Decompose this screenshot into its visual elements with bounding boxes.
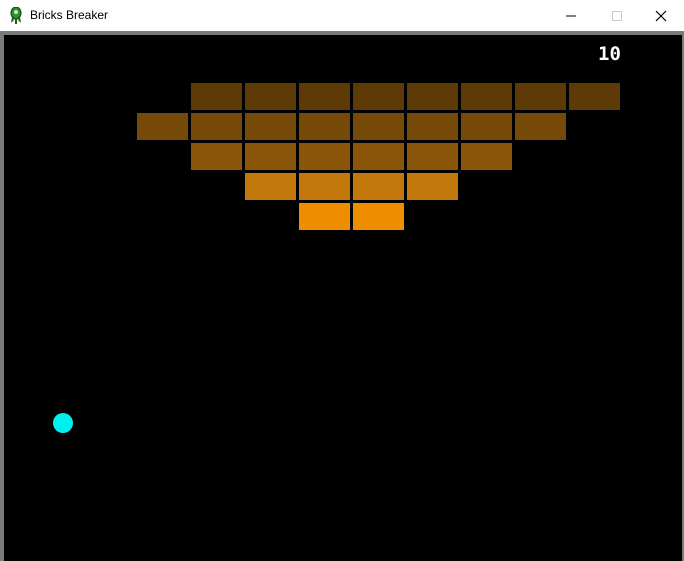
window-title: Bricks Breaker xyxy=(30,8,109,22)
brick xyxy=(299,83,350,110)
game-canvas[interactable]: 10 xyxy=(4,35,682,561)
brick xyxy=(299,143,350,170)
brick xyxy=(407,143,458,170)
brick xyxy=(353,173,404,200)
minimize-button[interactable] xyxy=(548,0,594,31)
brick xyxy=(191,83,242,110)
close-button[interactable] xyxy=(638,0,684,31)
brick xyxy=(353,143,404,170)
brick xyxy=(245,113,296,140)
brick xyxy=(353,203,404,230)
title-bar[interactable]: Bricks Breaker xyxy=(0,0,684,31)
score-display: 10 xyxy=(598,43,621,65)
brick xyxy=(461,113,512,140)
brick xyxy=(461,83,512,110)
rocket-icon xyxy=(9,6,23,25)
brick xyxy=(245,173,296,200)
maximize-button[interactable] xyxy=(594,0,640,31)
brick xyxy=(245,83,296,110)
brick xyxy=(137,113,188,140)
close-icon xyxy=(655,10,667,21)
brick xyxy=(245,143,296,170)
brick xyxy=(569,83,620,110)
brick xyxy=(407,173,458,200)
minimize-icon xyxy=(566,15,576,16)
brick xyxy=(407,83,458,110)
brick xyxy=(461,143,512,170)
game-window: Bricks Breaker 10 xyxy=(0,0,684,561)
brick xyxy=(407,113,458,140)
brick xyxy=(515,83,566,110)
brick xyxy=(299,173,350,200)
brick xyxy=(299,203,350,230)
brick xyxy=(353,113,404,140)
brick xyxy=(299,113,350,140)
brick xyxy=(191,113,242,140)
brick xyxy=(353,83,404,110)
ball xyxy=(53,413,73,433)
maximize-icon xyxy=(612,10,622,21)
brick xyxy=(515,113,566,140)
brick xyxy=(191,143,242,170)
